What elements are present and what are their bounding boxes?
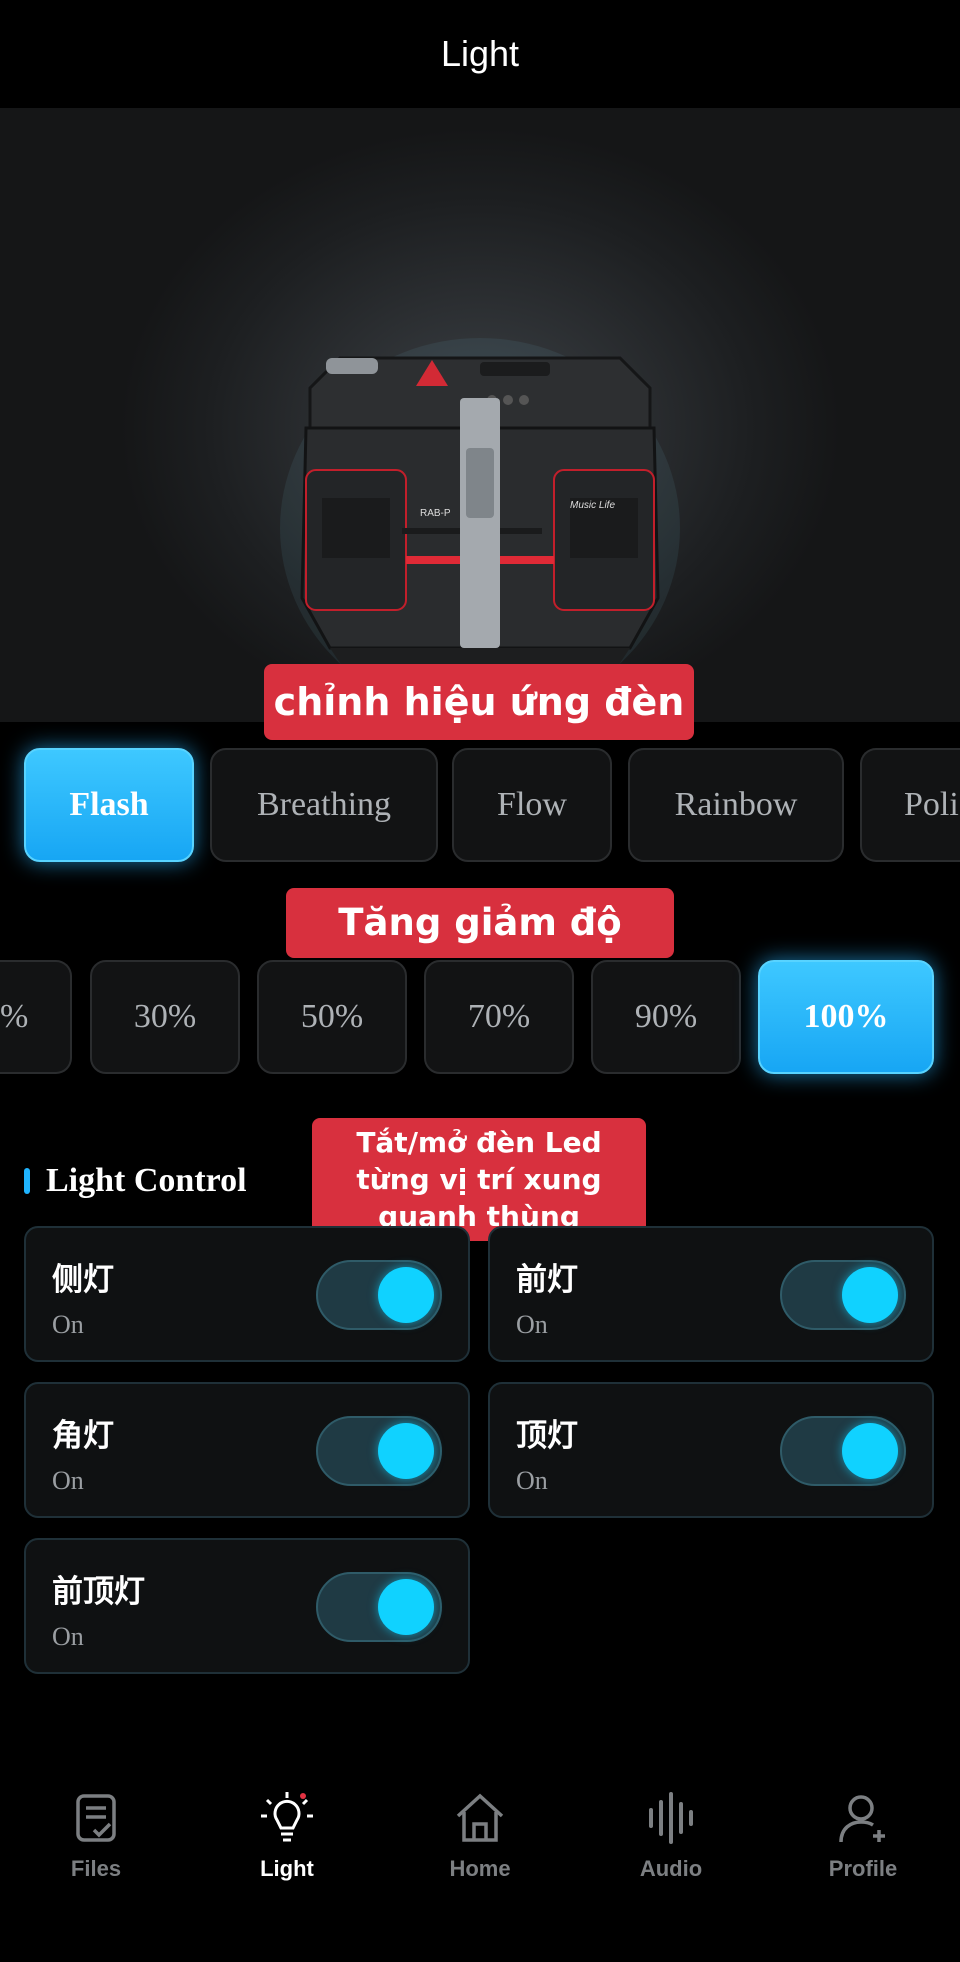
file-check-icon xyxy=(76,1794,116,1842)
light-name: 侧灯 xyxy=(52,1262,114,1298)
product-hero: RAB-P Music Life xyxy=(0,108,960,722)
light-name: 前灯 xyxy=(516,1262,578,1298)
light-card-side: 侧灯 On xyxy=(24,1226,470,1362)
light-state: On xyxy=(516,1310,548,1339)
light-toggle[interactable] xyxy=(316,1260,442,1330)
toggle-knob xyxy=(378,1423,434,1479)
light-control-header: Light Control xyxy=(24,1162,247,1200)
nav-files[interactable]: Files xyxy=(16,1790,176,1882)
nav-label: Home xyxy=(449,1856,511,1881)
brightness-chip-30[interactable]: 30% xyxy=(90,960,240,1074)
light-toggle[interactable] xyxy=(780,1416,906,1486)
toggle-knob xyxy=(842,1423,898,1479)
light-control-title: Light Control xyxy=(46,1162,247,1199)
light-name: 前顶灯 xyxy=(52,1574,145,1610)
nav-audio[interactable]: Audio xyxy=(591,1790,751,1882)
nav-light[interactable]: Light xyxy=(207,1790,367,1882)
section-accent-bar xyxy=(24,1168,30,1194)
annotation-led: Tắt/mở đèn Led từng vị trí xung quanh th… xyxy=(312,1118,646,1241)
light-state: On xyxy=(52,1622,84,1651)
light-state: On xyxy=(516,1466,548,1495)
nav-label: Files xyxy=(70,1856,122,1881)
brightness-chip-50[interactable]: 50% xyxy=(257,960,407,1074)
nav-label: Profile xyxy=(828,1856,898,1881)
brightness-row: % 30% 50% 70% 90% 100% xyxy=(0,958,960,1076)
light-toggle[interactable] xyxy=(780,1260,906,1330)
effect-chip-breathing[interactable]: Breathing xyxy=(210,748,438,862)
effect-chip-flash[interactable]: Flash xyxy=(24,748,194,862)
effect-chip-poli[interactable]: Poli xyxy=(860,748,960,862)
brightness-chip-70[interactable]: 70% xyxy=(424,960,574,1074)
nav-label: Audio xyxy=(639,1856,703,1881)
user-add-icon xyxy=(839,1795,885,1843)
annotation-brightness: Tăng giảm độ sáng xyxy=(286,888,674,1014)
effects-row: Flash Breathing Flow Rainbow Poli xyxy=(0,746,960,864)
brightness-chip-100[interactable]: 100% xyxy=(758,960,934,1074)
brand-text-right: Music Life xyxy=(570,500,615,511)
light-state: On xyxy=(52,1310,84,1339)
effect-chip-rainbow[interactable]: Rainbow xyxy=(628,748,844,862)
light-toggle[interactable] xyxy=(316,1572,442,1642)
toggle-knob xyxy=(378,1267,434,1323)
bottom-nav: Files Light Home Audio Profile xyxy=(0,1760,960,1962)
toggle-knob xyxy=(378,1579,434,1635)
light-card-front: 前灯 On xyxy=(488,1226,934,1362)
brand-text-left: RAB-P xyxy=(420,508,451,519)
brightness-chip-90[interactable]: 90% xyxy=(591,960,741,1074)
light-card-corner: 角灯 On xyxy=(24,1382,470,1518)
brightness-chip-partial[interactable]: % xyxy=(0,960,72,1074)
light-name: 角灯 xyxy=(52,1418,114,1454)
top-bar: Light xyxy=(0,0,960,108)
lightbulb-icon xyxy=(261,1792,313,1842)
page-title: Light xyxy=(440,33,520,74)
nav-label: Light xyxy=(260,1856,314,1881)
light-card-top: 顶灯 On xyxy=(488,1382,934,1518)
effect-chip-flow[interactable]: Flow xyxy=(452,748,612,862)
audio-wave-icon xyxy=(649,1792,693,1844)
light-name: 顶灯 xyxy=(516,1418,578,1454)
light-card-front-top: 前顶灯 On xyxy=(24,1538,470,1674)
nav-home[interactable]: Home xyxy=(400,1790,560,1882)
light-state: On xyxy=(52,1466,84,1495)
nav-profile[interactable]: Profile xyxy=(783,1790,943,1882)
home-icon xyxy=(456,1793,504,1842)
annotation-effects: chỉnh hiệu ứng đèn xyxy=(264,664,694,740)
light-toggle[interactable] xyxy=(316,1416,442,1486)
toggle-knob xyxy=(842,1267,898,1323)
